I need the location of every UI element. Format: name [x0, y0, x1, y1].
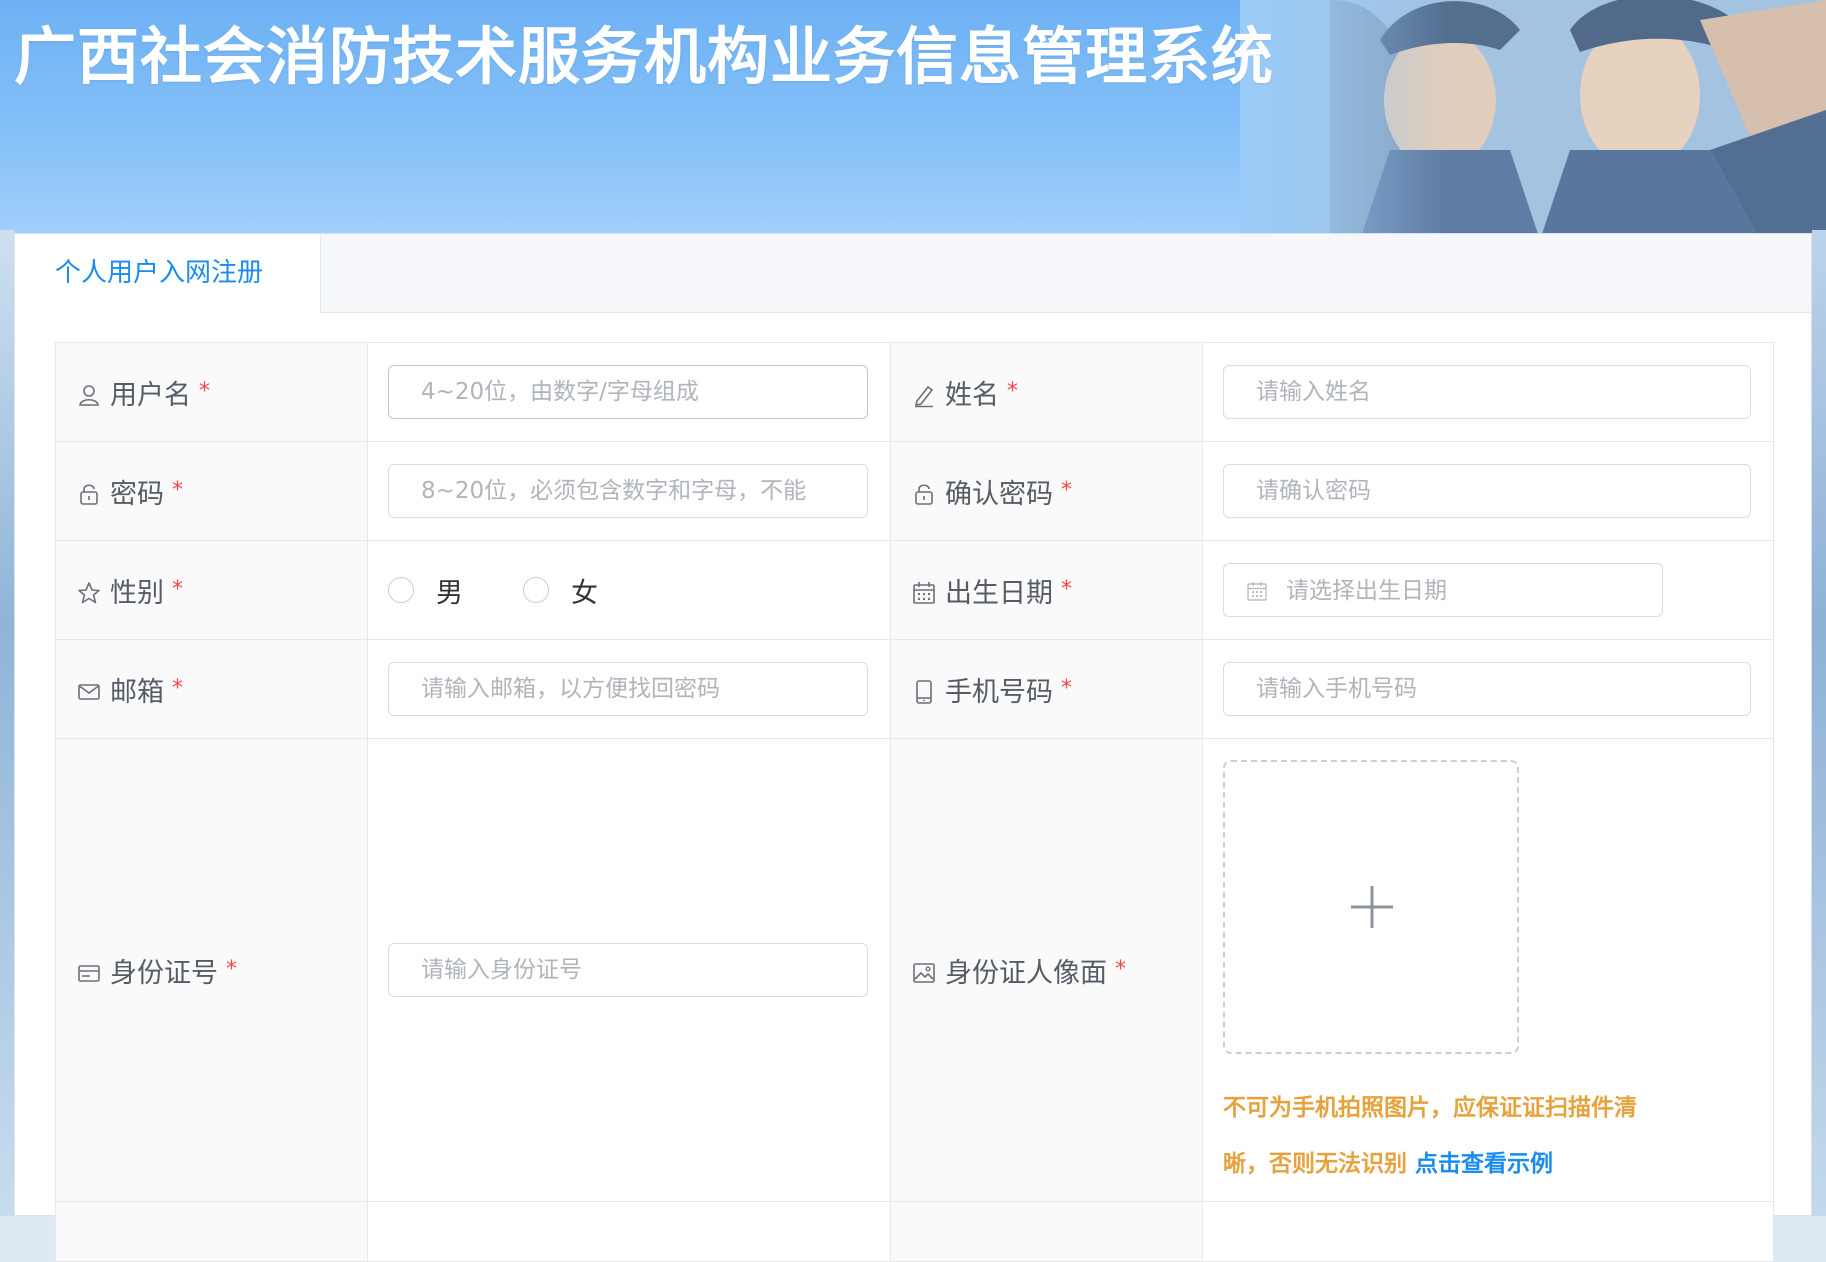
soldiers-salute-image — [1240, 0, 1826, 240]
phone-label-cell: 手机号码 * — [890, 639, 1203, 739]
name-value-cell — [1202, 342, 1774, 442]
lock-icon — [76, 481, 102, 507]
confirm-password-label: 确认密码 — [945, 478, 1053, 510]
required-mark: * — [1007, 378, 1018, 404]
email-input[interactable] — [388, 662, 868, 716]
id-card-icon — [76, 960, 102, 986]
tab-personal-registration[interactable]: 个人用户入网注册 — [15, 234, 321, 313]
phone-label: 手机号码 — [945, 676, 1053, 708]
form-row: 密码 * 确认密码 * — [55, 441, 1774, 541]
gender-male-radio[interactable]: 男 — [388, 571, 463, 610]
required-mark: * — [172, 477, 183, 503]
required-mark: * — [226, 956, 237, 982]
id-number-label-cell: 身份证号 * — [55, 738, 368, 1202]
name-label-cell: 姓名 * — [890, 342, 1203, 442]
next-row-value-cell — [367, 1201, 891, 1262]
gender-label: 性别 — [110, 577, 164, 609]
birthdate-input[interactable] — [1284, 564, 1648, 618]
image-icon — [911, 960, 937, 986]
mail-icon — [76, 679, 102, 705]
radio-circle[interactable] — [388, 577, 414, 603]
birthdate-label-cell: 出生日期 * — [890, 540, 1203, 640]
password-input[interactable] — [388, 464, 868, 518]
tab-bar: 个人用户入网注册 — [15, 234, 1811, 313]
phone-input[interactable] — [1223, 662, 1751, 716]
page-title: 广西社会消防技术服务机构业务信息管理系统 — [14, 20, 1275, 93]
email-label-cell: 邮箱 * — [55, 639, 368, 739]
phone-icon — [911, 679, 937, 705]
background-strip-left — [0, 230, 14, 1216]
next-row-value-cell — [1202, 1201, 1774, 1262]
password-label-cell: 密码 * — [55, 441, 368, 541]
required-mark: * — [172, 576, 183, 602]
id-photo-upload[interactable] — [1223, 760, 1519, 1054]
password-label: 密码 — [110, 478, 164, 510]
username-input[interactable] — [388, 365, 868, 419]
upload-hint: 不可为手机拍照图片，应保证证扫描件清晰，否则无法识别 点击查看示例 — [1223, 1080, 1643, 1192]
id-photo-value-cell: 不可为手机拍照图片，应保证证扫描件清晰，否则无法识别 点击查看示例 — [1202, 738, 1774, 1202]
form-row: 性别 * 男 女 出生日期 * — [55, 540, 1774, 640]
confirm-password-label-cell: 确认密码 * — [890, 441, 1203, 541]
birthdate-picker[interactable] — [1223, 563, 1663, 618]
required-mark: * — [199, 378, 210, 404]
confirm-password-input[interactable] — [1223, 464, 1751, 518]
registration-form: 用户名 * 姓名 * 密码 * — [55, 342, 1774, 1262]
birthdate-label: 出生日期 — [945, 577, 1053, 609]
id-photo-label: 身份证人像面 — [945, 957, 1107, 989]
next-row-label-cell — [55, 1201, 368, 1262]
registration-panel: 个人用户入网注册 用户名 * 姓名 * — [14, 233, 1812, 1262]
user-icon — [76, 382, 102, 408]
required-mark: * — [1115, 956, 1126, 982]
next-row-label-cell — [890, 1201, 1203, 1262]
id-number-input[interactable] — [388, 943, 868, 997]
username-value-cell — [367, 342, 891, 442]
star-icon — [76, 580, 102, 606]
background-strip-right — [1812, 230, 1826, 1216]
form-row: 用户名 * 姓名 * — [55, 342, 1774, 442]
gender-label-cell: 性别 * — [55, 540, 368, 640]
name-input[interactable] — [1223, 365, 1751, 419]
pen-icon — [911, 382, 937, 408]
name-label: 姓名 — [945, 379, 999, 411]
required-mark: * — [1061, 576, 1072, 602]
form-row: 邮箱 * 手机号码 * — [55, 639, 1774, 739]
required-mark: * — [172, 675, 183, 701]
id-number-value-cell — [367, 738, 891, 1202]
username-label-cell: 用户名 * — [55, 342, 368, 442]
calendar-icon — [1247, 582, 1267, 601]
gender-male-label: 男 — [436, 577, 463, 609]
view-example-link[interactable]: 点击查看示例 — [1415, 1151, 1553, 1177]
email-label: 邮箱 — [110, 676, 164, 708]
lock-icon — [911, 481, 937, 507]
birthdate-value-cell — [1202, 540, 1774, 640]
password-value-cell — [367, 441, 891, 541]
header-banner: 广西社会消防技术服务机构业务信息管理系统 — [0, 0, 1826, 240]
phone-value-cell — [1202, 639, 1774, 739]
plus-icon — [1351, 886, 1393, 928]
gender-radio-group: 男 女 — [388, 563, 890, 617]
id-number-label: 身份证号 — [110, 957, 218, 989]
required-mark: * — [1061, 675, 1072, 701]
calendar-icon — [911, 580, 937, 606]
confirm-password-value-cell — [1202, 441, 1774, 541]
required-mark: * — [1061, 477, 1072, 503]
email-value-cell — [367, 639, 891, 739]
form-row: 身份证号 * 身份证人像面 * 不可为手机拍照图片，应保证证扫描件清晰，否则无法识别… — [55, 738, 1774, 1202]
radio-circle[interactable] — [523, 577, 549, 603]
username-label: 用户名 — [110, 379, 191, 411]
gender-value-cell: 男 女 — [367, 540, 891, 640]
form-row — [55, 1201, 1774, 1262]
gender-female-radio[interactable]: 女 — [523, 571, 598, 610]
gender-female-label: 女 — [571, 577, 598, 609]
id-photo-label-cell: 身份证人像面 * — [890, 738, 1203, 1202]
